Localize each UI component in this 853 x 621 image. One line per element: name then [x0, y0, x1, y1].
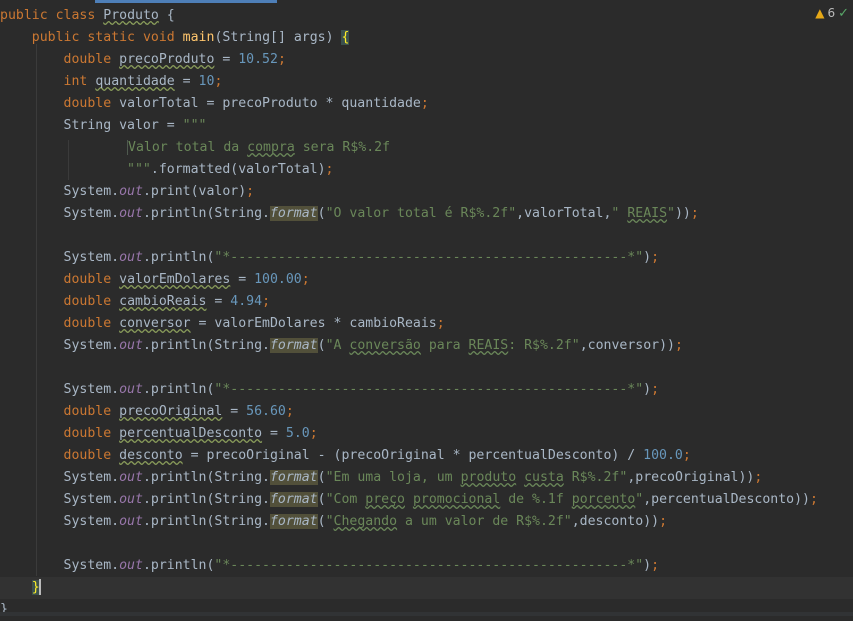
code-line-19[interactable]: double precoOriginal = 56.60; [0, 401, 853, 423]
code-line-14[interactable]: double cambioReais = 4.94; [0, 291, 853, 313]
code-line-21[interactable]: double desconto = precoOriginal - (preco… [0, 445, 853, 467]
text-caret [38, 579, 41, 595]
tab-scroll-indicator [95, 0, 277, 3]
code-line-20[interactable]: double percentualDesconto = 5.0; [0, 423, 853, 445]
code-line-9[interactable]: System.out.print(valor); [0, 181, 853, 203]
check-icon: ✓ [838, 5, 849, 21]
code-line-2[interactable]: public static void main(String[] args) { [0, 27, 853, 49]
warning-icon: ▲ [815, 6, 825, 20]
code-line-16[interactable]: System.out.println(String.format("A conv… [0, 335, 853, 357]
code-line-8[interactable]: """.formatted(valorTotal); [0, 159, 853, 181]
code-line-18[interactable]: System.out.println("*-------------------… [0, 379, 853, 401]
code-line-7[interactable]: Valor total da compra sera R$%.2f [0, 137, 853, 159]
code-line-12[interactable]: System.out.println("*-------------------… [0, 247, 853, 269]
code-line-6[interactable]: String valor = """ [0, 115, 853, 137]
code-line-22[interactable]: System.out.println(String.format("Em uma… [0, 467, 853, 489]
code-line-3[interactable]: double precoProduto = 10.52; [0, 49, 853, 71]
code-line-1[interactable]: public class Produto { [0, 5, 853, 27]
inspection-status[interactable]: ▲ 6 ✓ [789, 4, 853, 22]
warning-count: 6 [827, 6, 836, 20]
code-line-15[interactable]: double conversor = valorEmDolares * camb… [0, 313, 853, 335]
code-line-5[interactable]: double valorTotal = precoProduto * quant… [0, 93, 853, 115]
code-line-28[interactable]: } [0, 599, 853, 621]
code-line-10[interactable]: System.out.println(String.format("O valo… [0, 203, 853, 225]
code-line-26[interactable]: System.out.println("*-------------------… [0, 555, 853, 577]
code-editor[interactable]: public class Produto { public static voi… [0, 0, 853, 617]
bottom-scrollbar-area[interactable] [0, 612, 853, 616]
code-line-13[interactable]: double valorEmDolares = 100.00; [0, 269, 853, 291]
code-line-23[interactable]: System.out.println(String.format("Com pr… [0, 489, 853, 511]
code-line-27[interactable]: } [0, 577, 853, 599]
code-line-4[interactable]: int quantidade = 10; [0, 71, 853, 93]
code-line-24[interactable]: System.out.println(String.format("Chegan… [0, 511, 853, 533]
